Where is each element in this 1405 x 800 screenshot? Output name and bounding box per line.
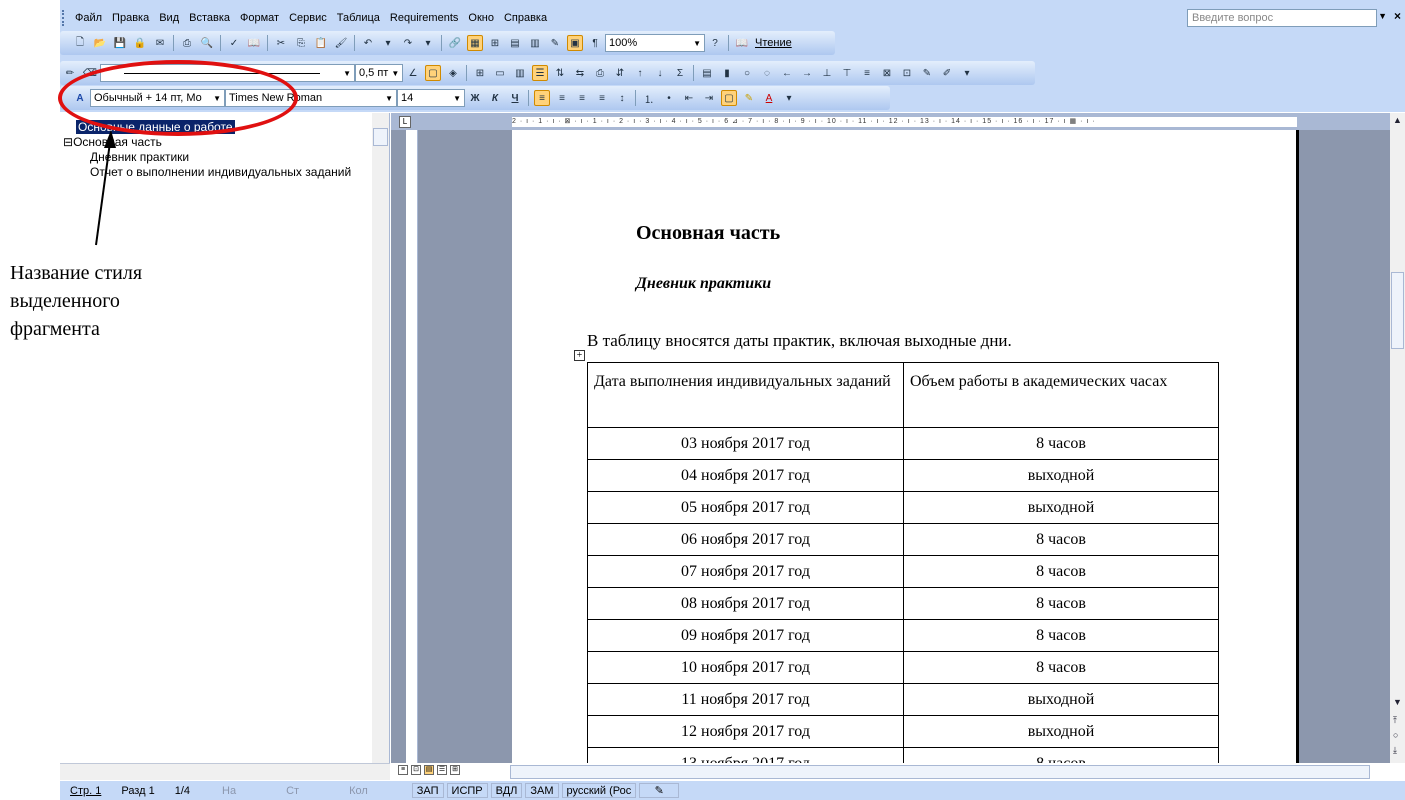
arrow-head xyxy=(104,130,116,148)
annotation-arrow xyxy=(95,130,116,246)
arrow-shaft xyxy=(95,134,112,246)
